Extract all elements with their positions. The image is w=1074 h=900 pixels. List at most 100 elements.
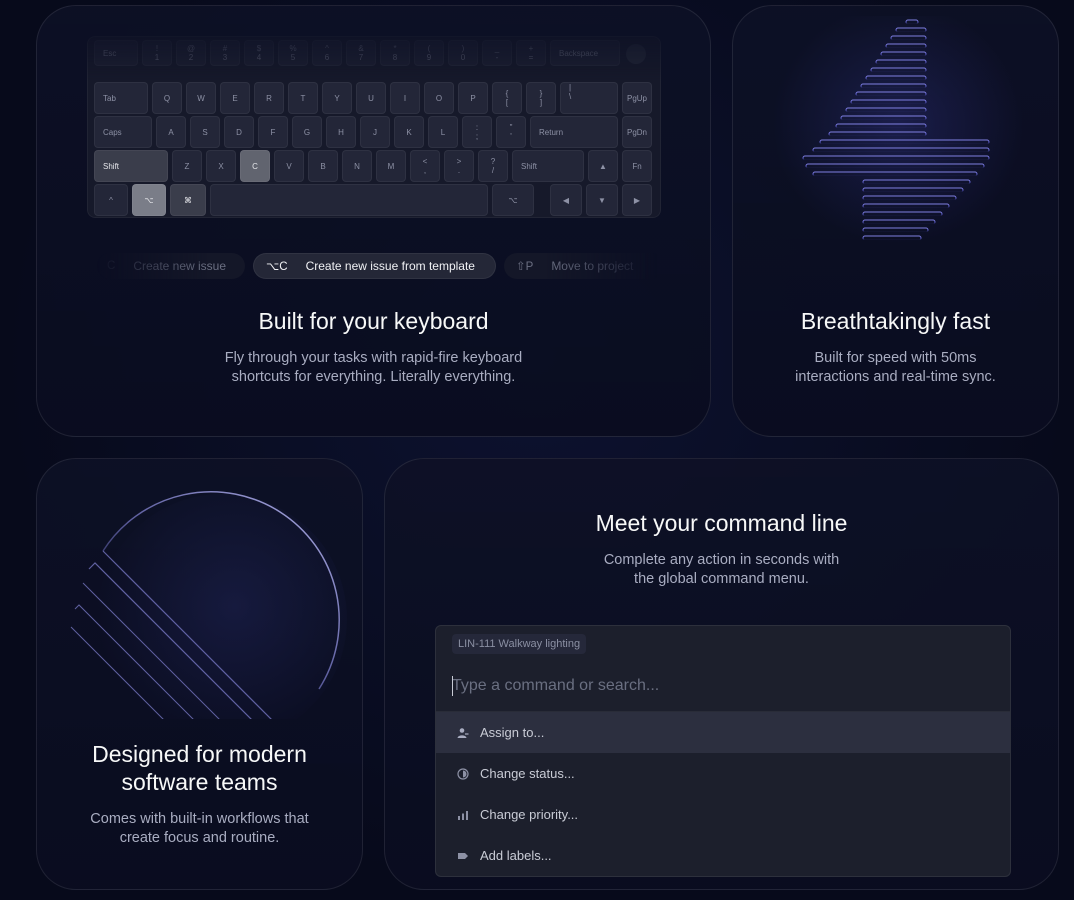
key-comma: <, bbox=[410, 150, 440, 182]
keyboard-card-title: Built for your keyboard bbox=[258, 308, 489, 334]
key-tab: Tab bbox=[94, 82, 148, 114]
key-minus: _ - bbox=[482, 40, 512, 66]
shortcut-key: ⌥C bbox=[266, 261, 288, 273]
key-semicolon: :; bbox=[462, 116, 492, 148]
key-u: U bbox=[356, 82, 386, 114]
key-option-left: ⌥ bbox=[132, 184, 166, 216]
key-bracket-left: {[ bbox=[492, 82, 522, 114]
key-backspace: Backspace bbox=[550, 40, 620, 66]
arrow-left-icon: ◀ bbox=[550, 184, 582, 216]
teams-feature-card: Designed for modern software teams Comes… bbox=[36, 458, 363, 890]
key-t: T bbox=[288, 82, 318, 114]
shortcut-pill-active: ⌥C Create new issue from template bbox=[253, 253, 496, 279]
key-r: R bbox=[254, 82, 284, 114]
key-pgdn: PgDn bbox=[622, 116, 652, 148]
speed-card-description-1: Built for speed with 50ms bbox=[814, 350, 977, 366]
speed-card-description-2: interactions and real-time sync. bbox=[795, 369, 996, 385]
power-button-icon bbox=[626, 44, 646, 64]
arrow-down-icon: ▼ bbox=[586, 184, 618, 216]
key-h: H bbox=[326, 116, 356, 148]
key-3: #3 bbox=[210, 40, 240, 66]
key-n: N bbox=[342, 150, 372, 182]
key-c: C bbox=[240, 150, 270, 182]
key-quote: " ' bbox=[496, 116, 526, 148]
priority-icon bbox=[456, 808, 470, 822]
key-5: % 5 bbox=[278, 40, 308, 66]
key-8: * 8 bbox=[380, 40, 410, 66]
key-pgup: PgUp bbox=[622, 82, 652, 114]
key-bracket-right: }] bbox=[526, 82, 556, 114]
command-menu-list: Assign to... Change status... Change pri… bbox=[436, 711, 1010, 876]
key-e: E bbox=[220, 82, 250, 114]
text-caret bbox=[452, 676, 453, 696]
key-2: @2 bbox=[176, 40, 206, 66]
command-card-description-1: Complete any action in seconds with bbox=[603, 552, 840, 568]
menu-item-assign[interactable]: Assign to... bbox=[436, 712, 1010, 753]
key-g: G bbox=[292, 116, 322, 148]
key-k: K bbox=[394, 116, 424, 148]
key-v: V bbox=[274, 150, 304, 182]
key-esc: Esc bbox=[94, 40, 138, 66]
menu-item-label: Change status... bbox=[480, 766, 575, 781]
menu-item-change-priority[interactable]: Change priority... bbox=[436, 794, 1010, 835]
speed-feature-card: Breathtakingly fast Built for speed with… bbox=[732, 5, 1059, 437]
key-y: Y bbox=[322, 82, 352, 114]
key-z: Z bbox=[172, 150, 202, 182]
command-menu: LIN-111 Walkway lighting Assign to... Ch… bbox=[435, 625, 1011, 877]
shortcut-pill: ⇧P Move to project bbox=[504, 253, 664, 279]
teams-card-title-2: software teams bbox=[121, 769, 278, 795]
key-fn: Fn bbox=[622, 150, 652, 182]
menu-item-label: Assign to... bbox=[480, 725, 545, 740]
shortcut-label: Create new issue bbox=[133, 259, 227, 273]
teams-card-description-1: Comes with built-in workflows that bbox=[90, 811, 309, 827]
key-shift-left: Shift bbox=[94, 150, 168, 182]
key-x: X bbox=[206, 150, 236, 182]
key-control: ^ bbox=[94, 184, 128, 216]
keyboard-feature-card: Esc ! 1 @2 #3 $4 % 5 ^ 6 & 7 * 8 (9 ) 0 _ - + = … bbox=[36, 5, 711, 437]
key-i: I bbox=[390, 82, 420, 114]
key-q: Q bbox=[152, 82, 182, 114]
command-card-title: Meet your command line bbox=[595, 510, 848, 536]
shortcut-pill: C Create new issue bbox=[97, 253, 245, 279]
key-a: A bbox=[156, 116, 186, 148]
status-icon bbox=[456, 767, 470, 781]
menu-item-label: Change priority... bbox=[480, 807, 579, 822]
key-l: L bbox=[428, 116, 458, 148]
key-backslash: | \ bbox=[560, 82, 618, 114]
key-1: ! 1 bbox=[142, 40, 172, 66]
keyboard-illustration: Esc ! 1 @2 #3 $4 % 5 ^ 6 & 7 * 8 (9 ) 0 _ - + = … bbox=[87, 36, 661, 218]
key-4: $4 bbox=[244, 40, 274, 66]
key-w: W bbox=[186, 82, 216, 114]
issue-tag: LIN-111 Walkway lighting bbox=[452, 634, 587, 654]
label-icon bbox=[456, 849, 470, 863]
key-j: J bbox=[360, 116, 390, 148]
key-p: P bbox=[458, 82, 488, 114]
key-caps: Caps bbox=[94, 116, 152, 148]
command-card-description-2: the global command menu. bbox=[634, 571, 809, 587]
keyboard-card-description-1: Fly through your tasks with rapid-fire k… bbox=[224, 350, 523, 366]
arrow-up-icon: ▲ bbox=[588, 150, 618, 182]
key-period: >. bbox=[444, 150, 474, 182]
key-slash: ? / bbox=[478, 150, 508, 182]
linear-logo-icon bbox=[70, 491, 347, 719]
key-command: ⌘ bbox=[170, 184, 206, 216]
menu-item-change-status[interactable]: Change status... bbox=[436, 753, 1010, 794]
shortcut-key: C bbox=[107, 260, 116, 272]
shortcut-ticker: C Create new issue ⌥C Create new issue f… bbox=[97, 252, 664, 280]
command-feature-card: Meet your command line Complete any acti… bbox=[384, 458, 1059, 890]
key-o: O bbox=[424, 82, 454, 114]
arrow-right-icon: ▶ bbox=[622, 184, 652, 216]
shortcut-label: Create new issue from template bbox=[305, 259, 475, 273]
menu-item-add-labels[interactable]: Add labels... bbox=[436, 835, 1010, 876]
keyboard-card-description-2: shortcuts for everything. Literally ever… bbox=[231, 369, 516, 385]
key-7: & 7 bbox=[346, 40, 376, 66]
key-space bbox=[210, 184, 488, 216]
assignee-icon bbox=[456, 726, 470, 740]
key-option-right: ⌥ bbox=[492, 184, 534, 216]
key-return: Return bbox=[530, 116, 618, 148]
speed-card-title: Breathtakingly fast bbox=[800, 308, 991, 334]
key-shift-right: Shift bbox=[512, 150, 584, 182]
key-d: D bbox=[224, 116, 254, 148]
command-search-input[interactable] bbox=[452, 674, 992, 698]
menu-item-label: Add labels... bbox=[480, 848, 552, 863]
